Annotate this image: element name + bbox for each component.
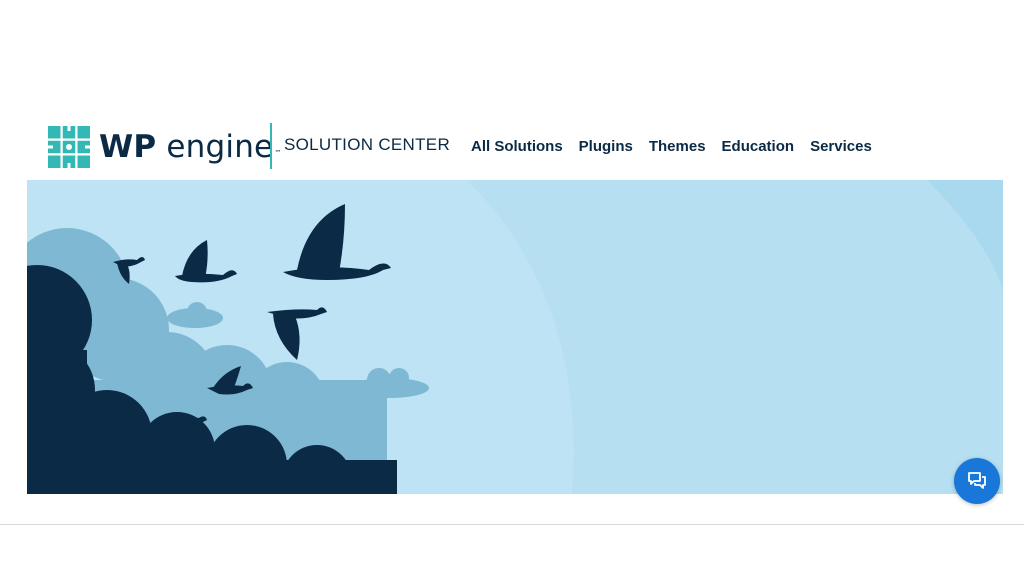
site-header: WP engine™ SOLUTION CENTER All Solutions… (0, 118, 1024, 178)
nav-item-all-solutions[interactable]: All Solutions (471, 138, 563, 155)
wp-engine-logo[interactable]: WP engine™ (48, 126, 282, 168)
header-divider (270, 123, 272, 169)
hero-banner (27, 180, 1003, 494)
chat-button[interactable] (954, 458, 1000, 504)
logo-trademark: ™ (274, 149, 282, 157)
nav-item-themes[interactable]: Themes (649, 138, 706, 155)
birds-clouds-illustration (27, 180, 1003, 494)
logo-wordmark: WP engine™ (99, 126, 282, 168)
logo-engine: engine (166, 129, 274, 165)
nav-item-plugins[interactable]: Plugins (579, 138, 633, 155)
main-nav: All Solutions Plugins Themes Education S… (471, 138, 872, 155)
nav-item-services[interactable]: Services (810, 138, 872, 155)
section-title: SOLUTION CENTER (284, 135, 451, 154)
logo-wp: WP (99, 129, 157, 165)
wp-engine-grid-icon (48, 126, 90, 168)
footer-divider (0, 524, 1024, 525)
chat-bubbles-icon (968, 472, 986, 489)
nav-item-education[interactable]: Education (722, 138, 795, 155)
